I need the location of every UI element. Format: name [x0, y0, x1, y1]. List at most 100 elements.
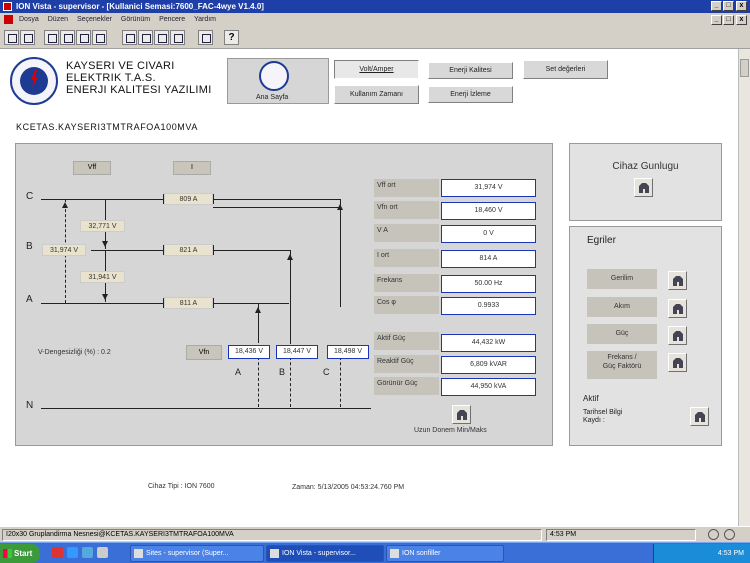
clock: 4:53 PM [717, 550, 744, 557]
diagram-panel: Vff I C B A N 32,771 V 31,974 V 31,941 V… [15, 143, 553, 446]
quicklaunch-icon-1[interactable] [52, 547, 63, 558]
device-log-title: Cihaz Gunlugu [612, 161, 679, 172]
apparent-power-label: Görünür Güç [374, 377, 439, 395]
menu-file[interactable]: Dosya [19, 16, 39, 23]
grid-icon[interactable] [76, 30, 91, 45]
energy-monitor-button[interactable]: Enerji İzleme [428, 86, 513, 103]
open-icon[interactable] [4, 30, 19, 45]
reactive-power-label: Reaktif Güç [374, 355, 439, 373]
meter-c-label: C [323, 367, 330, 377]
doc-minimize-button[interactable]: _ [711, 15, 722, 25]
meter-a-label: A [235, 367, 242, 377]
phase-c-label: C [26, 191, 34, 202]
vab-value: 31,941 V [80, 271, 125, 283]
current-curve-icon[interactable] [668, 299, 687, 318]
doc-close-button[interactable]: x [736, 15, 747, 25]
meter-b-label: B [279, 367, 286, 377]
toolbar: ? [0, 27, 750, 49]
scroll-thumb[interactable] [740, 59, 749, 77]
status-time: 4:53 PM [546, 529, 696, 541]
menu-edit[interactable]: Düzen [48, 16, 68, 23]
phase-b-label: B [26, 241, 33, 252]
power-curve-icon[interactable] [668, 326, 687, 345]
frequency-label: Frekans [374, 274, 439, 292]
freq-pf-curve-label: Frekans / Güç Faktörü [587, 351, 657, 379]
history-line-2: Kaydı : [583, 417, 605, 424]
paste-icon[interactable] [154, 30, 169, 45]
status-message: I20x30 Gruplandirma Nesnesi@KCETAS.KAYSE… [2, 529, 542, 541]
set-values-button[interactable]: Set değerleri [523, 60, 608, 79]
ia-value: 811 A [164, 297, 213, 309]
dash-a [258, 357, 259, 407]
save-icon[interactable] [20, 30, 35, 45]
home-label[interactable]: Ana Sayfa [256, 94, 288, 101]
status-bar: I20x30 Gruplandirma Nesnesi@KCETAS.KAYSE… [0, 526, 750, 542]
freq-pf-curve-icon[interactable] [668, 353, 687, 372]
arrow-b [287, 254, 293, 260]
usage-time-button[interactable]: Kullanım Zamanı [334, 85, 419, 104]
frequency-value: 50.00 Hz [441, 275, 536, 293]
arrow-vbc [102, 241, 108, 247]
device-log-icon[interactable] [634, 178, 653, 197]
freq-pf-line-2: Güç Faktörü [602, 363, 642, 370]
cut-icon[interactable] [122, 30, 137, 45]
company-line-1: KAYSERI VE CIVARI [66, 60, 175, 72]
vff-avg-value: 31,974 V [441, 179, 536, 197]
menu-window[interactable]: Pencere [159, 16, 185, 23]
ct-b-right [213, 245, 214, 255]
ie-icon[interactable] [82, 547, 93, 558]
copy-icon[interactable] [138, 30, 153, 45]
vfn-avg-value: 18,460 V [441, 202, 536, 220]
arrow-vca [62, 202, 68, 208]
layout-icon[interactable] [170, 30, 185, 45]
ct-a-right [213, 298, 214, 308]
vfn-label: Vfn [186, 345, 222, 360]
close-button[interactable]: x [736, 1, 747, 11]
history-icon[interactable] [690, 407, 709, 426]
status-indicator-2 [724, 529, 735, 540]
home-logo-icon[interactable] [259, 61, 289, 91]
energy-quality-button[interactable]: Enerji Kalitesi [428, 62, 513, 79]
task-ion-folder[interactable]: ION sonfiller [386, 545, 504, 562]
task-sites[interactable]: Sites - supervisor (Super... [130, 545, 264, 562]
header-vff: Vff [73, 161, 111, 175]
active-power-label: Aktif Güç [374, 332, 439, 350]
device-type: Cihaz Tipi : ION 7600 [148, 483, 215, 490]
window-icon[interactable] [60, 30, 75, 45]
start-button[interactable]: Start [0, 544, 40, 563]
phase-a-label: A [26, 294, 33, 305]
desktop-icon[interactable] [97, 547, 108, 558]
ib-value: 821 A [164, 244, 213, 256]
volt-amper-button[interactable]: Volt/Amper [334, 60, 419, 79]
menu-options[interactable]: Seçenekler [77, 16, 112, 23]
voltage-curve-icon[interactable] [668, 271, 687, 290]
power-curve-label: Güç [587, 324, 657, 344]
monitor-icon[interactable] [198, 30, 213, 45]
company-line-2: ELEKTRIK T.A.S. [66, 72, 156, 84]
minimize-button[interactable]: _ [711, 1, 722, 11]
help-icon[interactable]: ? [224, 30, 239, 45]
min-max-chart-icon[interactable] [452, 405, 471, 424]
vertical-scrollbar[interactable] [738, 49, 750, 526]
curves-panel: Egriler Gerilim Akım Güç Frekans / Güç F… [569, 226, 722, 446]
menu-view[interactable]: Görünüm [121, 16, 150, 23]
doc-restore-button[interactable]: □ [723, 15, 734, 25]
window-title: ION Vista - supervisor - [Kullanici Sema… [16, 2, 264, 11]
active-label: Aktif [583, 394, 599, 403]
arrow-a [255, 307, 261, 313]
menu-help[interactable]: Yardım [194, 16, 216, 23]
arrow-vab [102, 294, 108, 300]
find-icon[interactable] [44, 30, 59, 45]
cosphi-label: Cos φ [374, 296, 439, 314]
company-logo [10, 57, 58, 105]
table-icon[interactable] [92, 30, 107, 45]
va-label: V A [374, 224, 439, 242]
restore-button[interactable]: □ [723, 1, 734, 11]
vfn-a-value: 18,436 V [228, 345, 270, 359]
phase-n-label: N [26, 400, 34, 411]
task-ion-vista[interactable]: ION Vista - supervisor... [266, 545, 384, 562]
vfn-avg-label: Vfn ort [374, 201, 439, 219]
long-term-minmax-link[interactable]: Uzun Donem Min/Maks [414, 427, 487, 434]
history-line-1: Tarihsel Bilgi [583, 409, 623, 416]
quicklaunch-icon-2[interactable] [67, 547, 78, 558]
